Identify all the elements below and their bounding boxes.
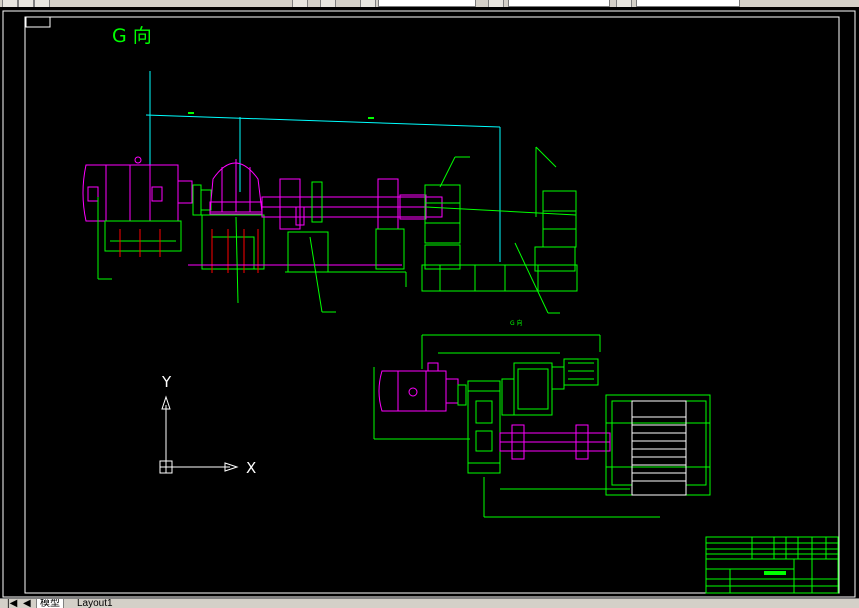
dimension-lines [145, 71, 501, 262]
motor-anchors [119, 229, 161, 257]
reducer-anchors [211, 229, 259, 273]
inner-border [24, 16, 840, 594]
plan-dimensions [373, 334, 660, 518]
motor-base [104, 220, 182, 252]
drive-unit-plan [501, 358, 599, 416]
drum-body [631, 400, 687, 496]
coupling-1 [192, 184, 212, 216]
ucs-icon [159, 395, 239, 474]
leader-3 [235, 216, 239, 304]
dimension-texts [188, 112, 374, 119]
reducer-plan [457, 380, 501, 474]
main-shaft [261, 178, 443, 230]
layer-dropdown[interactable] [378, 0, 476, 7]
side-view [82, 71, 578, 314]
title-block-mark [764, 571, 786, 575]
leader-2 [309, 236, 323, 313]
drawing-canvas[interactable]: G 向 G 向 Y X [0, 7, 859, 598]
gear-reducer [209, 159, 263, 215]
ucs-x-label: X [246, 459, 256, 477]
color-dropdown[interactable] [508, 0, 610, 7]
motor-plan [378, 362, 459, 412]
linetype-dropdown[interactable] [636, 0, 740, 7]
shaft-supports [285, 181, 407, 287]
drum-plan [605, 394, 711, 496]
ucs-y-label: Y [161, 373, 172, 391]
reducer-base [201, 214, 265, 270]
motor [82, 156, 193, 222]
shaft-plan [499, 424, 611, 460]
cad-drawing: G 向 G 向 Y X [2, 10, 856, 598]
title-block [705, 536, 839, 594]
sheet-borders [2, 10, 856, 598]
plan-view [373, 334, 711, 518]
view-label: G 向 [112, 25, 152, 47]
revision-box [25, 16, 51, 28]
sub-view-label: G 向 [510, 319, 523, 327]
outer-border [2, 10, 856, 598]
